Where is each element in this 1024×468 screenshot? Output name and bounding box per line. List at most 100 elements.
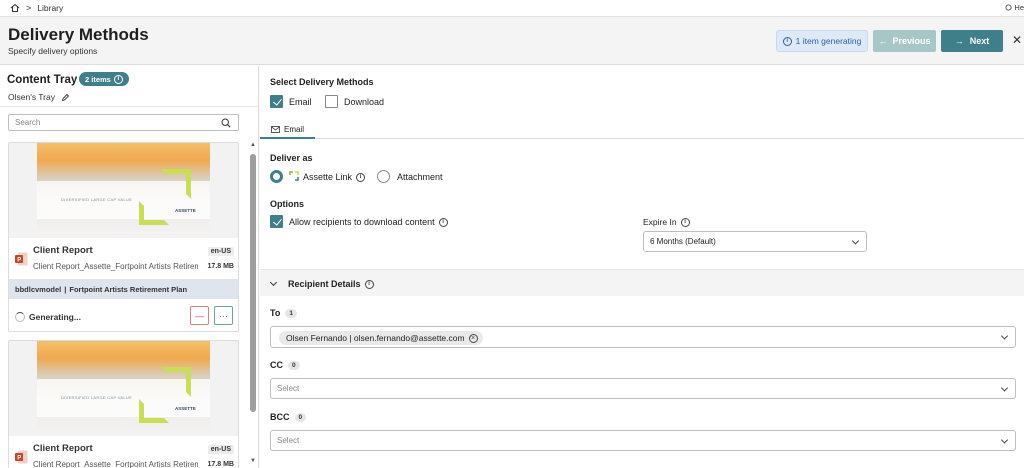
next-button[interactable]: → Next [941, 30, 1003, 52]
info-icon[interactable]: i [438, 217, 448, 227]
language-badge: en-US [207, 445, 234, 454]
recipient-details-text: Recipient Details [288, 279, 361, 289]
info-icon: i [782, 36, 792, 46]
arrow-left-icon: ← [878, 36, 888, 46]
breadcrumb-library[interactable]: Library [37, 3, 63, 13]
bcc-count-badge: 0 [294, 412, 307, 422]
tray-scrollbar[interactable]: ▲ ▼ [249, 142, 257, 468]
bcc-label-text: BCC [270, 412, 290, 422]
info-icon[interactable]: i [680, 217, 690, 227]
model-plan-row: bbdlcvmodel | Fortpoint Artists Retireme… [9, 279, 238, 299]
assette-link-label: Assette Link i [303, 172, 366, 182]
slide-logo: ASSETTE [175, 406, 196, 411]
tray-search-input[interactable]: Search [8, 114, 239, 131]
info-icon[interactable]: i [364, 279, 374, 289]
powerpoint-icon: P [15, 252, 28, 266]
slide-heading: DIVERSIFIED LARGE CAP VALUE [61, 395, 133, 400]
select-delivery-methods-title: Select Delivery Methods [270, 77, 374, 87]
scrollbar-thumb[interactable] [250, 154, 256, 412]
items-count-badge: 2 items i [79, 72, 129, 86]
page-title: Delivery Methods [8, 25, 149, 44]
allow-download-checkbox[interactable] [270, 215, 283, 228]
help-link[interactable]: He [1005, 3, 1024, 12]
language-badge: en-US [207, 247, 234, 256]
pencil-icon[interactable] [61, 93, 70, 102]
recipient-chip[interactable]: Olsen Fernando | olsen.fernando@assette.… [279, 331, 483, 345]
tray-card[interactable]: DIVERSIFIED LARGE CAP VALUE ASSETTE P Cl… [8, 142, 239, 332]
search-icon[interactable] [221, 118, 231, 128]
email-checkbox[interactable] [270, 95, 283, 108]
spinner-icon [15, 312, 25, 322]
expire-in-select[interactable]: 6 Months (Default) [643, 231, 867, 252]
email-checkbox-label: Email [289, 97, 312, 107]
home-icon[interactable] [10, 3, 20, 13]
remove-chip-icon[interactable]: × [468, 333, 478, 343]
cc-count-badge: 0 [288, 360, 300, 370]
scroll-down-icon[interactable]: ▼ [250, 458, 256, 464]
breadcrumb: > Library He [0, 0, 1024, 17]
file-size: 17.8 MB [207, 461, 234, 468]
chat-icon [1005, 4, 1012, 11]
close-icon[interactable]: ✕ [1012, 33, 1022, 47]
delivery-tabs: Email [260, 122, 1024, 139]
generating-status-text: 1 item generating [795, 36, 862, 46]
scroll-up-icon[interactable]: ▲ [250, 142, 256, 148]
chevron-down-icon [1000, 332, 1009, 340]
slide-accent-shape [139, 201, 169, 225]
bcc-label: BCC 0 [270, 412, 307, 422]
next-label: Next [969, 36, 990, 46]
file-size: 17.8 MB [207, 263, 234, 270]
model-name: bbdlcvmodel [15, 284, 62, 294]
content-tray-panel: Content Tray 2 items i Olsen's Tray Sear… [0, 66, 259, 468]
report-thumbnail: DIVERSIFIED LARGE CAP VALUE ASSETTE [9, 143, 238, 238]
plan-name: Fortpoint Artists Retirement Plan [69, 284, 188, 294]
allow-download-label: Allow recipients to download content i [289, 217, 448, 227]
page-subtitle: Specify delivery options [8, 46, 98, 56]
info-icon[interactable]: i [113, 74, 123, 84]
remove-button[interactable]: — [190, 306, 209, 325]
document-info: P Client Report Client Report_Assette_Fo… [9, 438, 238, 468]
document-title: Client Report [33, 443, 93, 454]
tab-email-label: Email [283, 125, 304, 134]
items-count-text: 2 items [85, 74, 111, 84]
previous-button[interactable]: ← Previous [873, 30, 936, 52]
previous-label: Previous [892, 36, 931, 46]
document-title: Client Report [33, 245, 93, 256]
attachment-label: Attachment [397, 172, 443, 182]
content-tray-title: Content Tray [7, 74, 78, 86]
help-text: He [1014, 3, 1024, 12]
report-thumbnail: DIVERSIFIED LARGE CAP VALUE ASSETTE [9, 341, 238, 436]
model-separator: | [64, 284, 67, 294]
recipient-details-header[interactable]: Recipient Details i [260, 269, 1024, 296]
slide-accent-shape [161, 367, 191, 397]
to-count-badge: 1 [285, 308, 297, 318]
document-info: P Client Report Client Report_Assette_Fo… [9, 240, 238, 278]
tab-email[interactable]: Email [260, 122, 315, 139]
chevron-down-icon[interactable] [269, 278, 278, 287]
chevron-down-icon [1000, 383, 1009, 392]
to-recipients-input[interactable]: Olsen Fernando | olsen.fernando@assette.… [270, 326, 1016, 348]
bcc-recipients-select[interactable]: Select [270, 430, 1016, 451]
bcc-placeholder: Select [277, 436, 300, 445]
allow-download-text: Allow recipients to download content [289, 217, 435, 227]
attachment-radio[interactable] [377, 170, 390, 183]
envelope-icon [271, 126, 280, 133]
assette-link-radio[interactable] [270, 170, 283, 183]
powerpoint-icon: P [15, 450, 28, 464]
recipient-chip-text: Olsen Fernando | olsen.fernando@assette.… [286, 333, 465, 343]
search-placeholder: Search [15, 118, 41, 127]
slide-logo: ASSETTE [175, 208, 196, 213]
delivery-options-panel: Select Delivery Methods Email Download E… [260, 66, 1024, 468]
download-checkbox[interactable] [325, 95, 338, 108]
tray-card[interactable]: DIVERSIFIED LARGE CAP VALUE ASSETTE P Cl… [8, 340, 239, 468]
download-checkbox-label: Download [344, 97, 385, 107]
expire-in-label: Expire In i [643, 217, 690, 227]
svg-text:P: P [17, 257, 21, 263]
document-filename: Client Report_Assette_Fortpoint Artists … [33, 262, 198, 271]
more-options-button[interactable]: ··· [214, 306, 233, 325]
info-icon[interactable]: i [356, 172, 366, 182]
page-header: Delivery Methods Specify delivery option… [0, 17, 1024, 65]
cc-label-text: CC [270, 360, 283, 370]
cc-recipients-select[interactable]: Select [270, 378, 1016, 399]
recipient-details-title: Recipient Details i [288, 279, 374, 289]
